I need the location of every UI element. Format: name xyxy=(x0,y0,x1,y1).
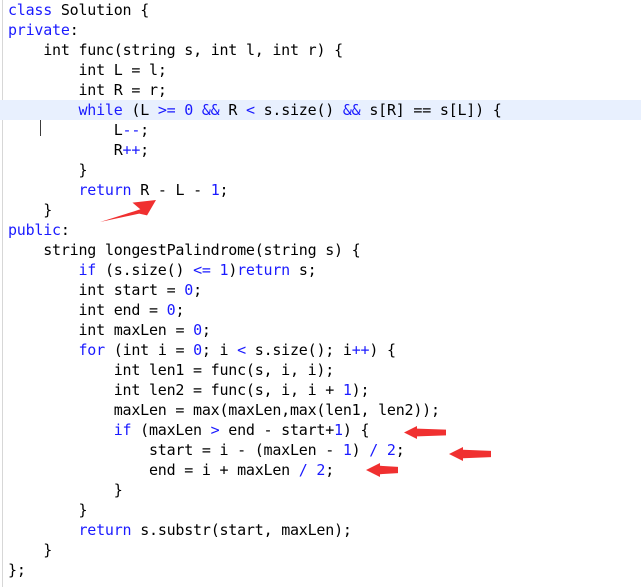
code-line[interactable]: return R - L - 1; xyxy=(0,180,641,200)
code-line[interactable]: for (int i = 0; i < s.size(); i++) { xyxy=(0,340,641,360)
code-line[interactable]: int len2 = func(s, i, i + 1); xyxy=(0,380,641,400)
code-line[interactable]: int R = r; xyxy=(0,80,641,100)
code-line[interactable]: return s.substr(start, maxLen); xyxy=(0,520,641,540)
code-line[interactable]: } xyxy=(0,500,641,520)
code-line[interactable]: }; xyxy=(0,560,641,580)
text-caret-icon xyxy=(40,120,41,136)
code-line[interactable]: private: xyxy=(0,20,641,40)
code-editor[interactable]: class Solution {private: int func(string… xyxy=(0,0,641,587)
code-line[interactable]: public: xyxy=(0,220,641,240)
code-line[interactable]: } xyxy=(0,160,641,180)
code-line[interactable]: class Solution { xyxy=(0,0,641,20)
code-line[interactable]: start = i - (maxLen - 1) / 2; xyxy=(0,440,641,460)
code-line[interactable]: if (s.size() <= 1)return s; xyxy=(0,260,641,280)
code-line[interactable]: L--; xyxy=(0,120,641,140)
code-line[interactable]: int len1 = func(s, i, i); xyxy=(0,360,641,380)
code-text-area[interactable]: class Solution {private: int func(string… xyxy=(0,0,641,587)
code-line[interactable]: int end = 0; xyxy=(0,300,641,320)
code-line[interactable]: end = i + maxLen / 2; xyxy=(0,460,641,480)
code-line[interactable]: int maxLen = 0; xyxy=(0,320,641,340)
code-line[interactable]: } xyxy=(0,540,641,560)
code-line[interactable]: if (maxLen > end - start+1) { xyxy=(0,420,641,440)
code-line[interactable]: maxLen = max(maxLen,max(len1, len2)); xyxy=(0,400,641,420)
code-line[interactable]: int L = l; xyxy=(0,60,641,80)
code-line[interactable]: while (L >= 0 && R < s.size() && s[R] ==… xyxy=(0,100,641,120)
code-line[interactable]: string longestPalindrome(string s) { xyxy=(0,240,641,260)
code-line[interactable]: } xyxy=(0,480,641,500)
code-line[interactable]: int func(string s, int l, int r) { xyxy=(0,40,641,60)
code-line[interactable]: R++; xyxy=(0,140,641,160)
code-line[interactable]: } xyxy=(0,200,641,220)
code-line[interactable]: int start = 0; xyxy=(0,280,641,300)
